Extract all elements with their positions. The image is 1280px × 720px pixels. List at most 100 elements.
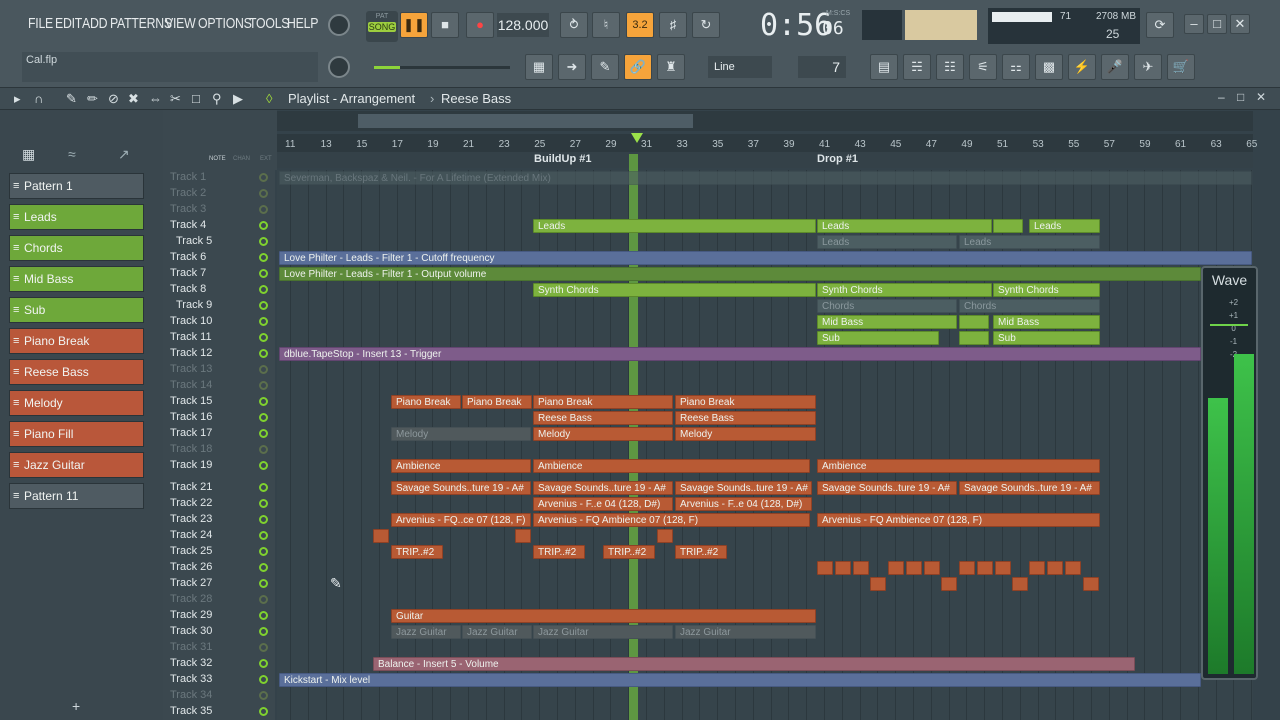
export-icon[interactable]: ✈ bbox=[1134, 54, 1162, 80]
track-mute-led[interactable] bbox=[259, 707, 268, 716]
scroll-thumb[interactable] bbox=[358, 114, 693, 128]
automation-view-icon[interactable]: ↗ bbox=[118, 146, 130, 163]
playlist-close-icon[interactable]: ✕ bbox=[1256, 90, 1266, 104]
clip-trip[interactable]: TRIP..#2 bbox=[675, 545, 727, 559]
clip-leads-short[interactable] bbox=[993, 219, 1023, 233]
plugin-icon[interactable]: ⚡ bbox=[1068, 54, 1096, 80]
track-mute-led[interactable] bbox=[259, 413, 268, 422]
track-label[interactable]: Track 24 bbox=[170, 529, 270, 541]
clip-perc[interactable] bbox=[1029, 561, 1045, 575]
track-label[interactable]: Track 21 bbox=[170, 481, 270, 493]
playlist-maximize-icon[interactable]: □ bbox=[1237, 90, 1244, 104]
pencil-icon[interactable]: ✎ bbox=[591, 54, 619, 80]
clip-piano-break[interactable]: Piano Break bbox=[462, 395, 532, 409]
clip-sub-short[interactable] bbox=[959, 331, 989, 345]
pattern-item[interactable]: ≡ Mid Bass bbox=[9, 266, 144, 292]
clip-ambience[interactable]: Ambience bbox=[817, 459, 1100, 473]
track-mute-led[interactable] bbox=[259, 611, 268, 620]
menu-view[interactable]: VIEW bbox=[165, 15, 196, 32]
track-mute-led[interactable] bbox=[259, 365, 268, 374]
clip-perc[interactable] bbox=[1047, 561, 1063, 575]
track-label[interactable]: Track 12 bbox=[170, 347, 270, 359]
close-icon[interactable]: ✕ bbox=[1230, 14, 1250, 34]
track-label[interactable]: Track 34 bbox=[170, 689, 270, 701]
track-mute-led[interactable] bbox=[259, 445, 268, 454]
track-label[interactable]: Track 14 bbox=[170, 379, 270, 391]
clip-arvenius-fq[interactable]: Arvenius - FQ..ce 07 (128, F) bbox=[391, 513, 531, 527]
track-mute-led[interactable] bbox=[259, 317, 268, 326]
track-mute-led[interactable] bbox=[259, 627, 268, 636]
fader-icon[interactable]: ⚟ bbox=[969, 54, 997, 80]
track-mute-led[interactable] bbox=[259, 595, 268, 604]
clip-tapestop[interactable]: dblue.TapeStop - Insert 13 - Trigger bbox=[279, 347, 1201, 361]
clip-kickstart[interactable]: Kickstart - Mix level bbox=[279, 673, 1201, 687]
pattern-item[interactable]: ≡ Piano Fill bbox=[9, 421, 144, 447]
track-mute-led[interactable] bbox=[259, 349, 268, 358]
clip-synth-chords[interactable]: Synth Chords bbox=[533, 283, 816, 297]
clip-fx[interactable] bbox=[515, 529, 531, 543]
clip-piano-break[interactable]: Piano Break bbox=[533, 395, 673, 409]
snap-select[interactable]: Line bbox=[708, 56, 772, 78]
track-label[interactable]: Track 2 bbox=[170, 187, 270, 199]
countdown-icon[interactable]: 3.2 bbox=[626, 12, 654, 38]
track-mute-led[interactable] bbox=[259, 173, 268, 182]
track-label[interactable]: Track 29 bbox=[170, 609, 270, 621]
magnet-icon[interactable]: ∩ bbox=[34, 91, 43, 106]
clip-trip[interactable]: TRIP..#2 bbox=[533, 545, 585, 559]
clip-automation-cutoff[interactable]: Love Philter - Leads - Filter 1 - Cutoff… bbox=[279, 251, 1252, 265]
clip-melody-muted[interactable]: Melody bbox=[391, 427, 531, 441]
track-mute-led[interactable] bbox=[259, 429, 268, 438]
playlist-icon[interactable]: ▦ bbox=[525, 54, 553, 80]
menu-options[interactable]: OPTIONS bbox=[198, 15, 252, 32]
clip-synth-chords[interactable]: Synth Chords bbox=[817, 283, 992, 297]
clip-leads[interactable]: Leads bbox=[817, 219, 992, 233]
track-mute-led[interactable] bbox=[259, 301, 268, 310]
clip-perc[interactable] bbox=[924, 561, 940, 575]
track-mute-led[interactable] bbox=[259, 659, 268, 668]
menu-tools[interactable]: TOOLS bbox=[249, 15, 289, 32]
clip-perc[interactable] bbox=[906, 561, 922, 575]
clip-perc[interactable] bbox=[835, 561, 851, 575]
track-label[interactable]: Track 4 bbox=[170, 219, 270, 231]
clip-perc[interactable] bbox=[870, 577, 886, 591]
clip-jazz-muted[interactable]: Jazz Guitar bbox=[675, 625, 816, 639]
track-mute-led[interactable] bbox=[259, 461, 268, 470]
clip-arvenius-e04[interactable]: Arvenius - F..e 04 (128, D#) bbox=[533, 497, 673, 511]
track-label[interactable]: Track 22 bbox=[170, 497, 270, 509]
clip-reese-bass[interactable]: Reese Bass bbox=[533, 411, 673, 425]
track-label[interactable]: Track 7 bbox=[170, 267, 270, 279]
clip-perc[interactable] bbox=[977, 561, 993, 575]
clip-leads[interactable]: Leads bbox=[1029, 219, 1100, 233]
marker-lane[interactable] bbox=[277, 152, 1253, 168]
track-mute-led[interactable] bbox=[259, 579, 268, 588]
clip-piano-break[interactable]: Piano Break bbox=[391, 395, 461, 409]
clip-arvenius-fq[interactable]: Arvenius - FQ Ambience 07 (128, F) bbox=[533, 513, 810, 527]
mixer-icon[interactable]: ▤ bbox=[870, 54, 898, 80]
track-label[interactable]: Track 18 bbox=[170, 443, 270, 455]
clip-guitar[interactable]: Guitar bbox=[391, 609, 816, 623]
track-label[interactable]: Track 8 bbox=[170, 283, 270, 295]
clip-synth-chords[interactable]: Synth Chords bbox=[993, 283, 1100, 297]
playlist-minimize-icon[interactable]: – bbox=[1218, 90, 1225, 104]
pattern-item[interactable]: ≡ Leads bbox=[9, 204, 144, 230]
marker-buildup[interactable]: BuildUp #1 bbox=[534, 153, 591, 165]
clip-savage[interactable]: Savage Sounds..ture 19 - A# bbox=[533, 481, 673, 495]
pattern-item[interactable]: ≡ Pattern 11 bbox=[9, 483, 144, 509]
pat-song-toggle[interactable]: PAT SONG bbox=[366, 11, 398, 42]
track-mute-led[interactable] bbox=[259, 547, 268, 556]
track-mute-led[interactable] bbox=[259, 515, 268, 524]
track-mute-led[interactable] bbox=[259, 269, 268, 278]
track-label[interactable]: Track 28 bbox=[170, 593, 270, 605]
track-mute-led[interactable] bbox=[259, 285, 268, 294]
clip-jazz-muted[interactable]: Jazz Guitar bbox=[533, 625, 673, 639]
master-pitch-knob[interactable] bbox=[328, 56, 350, 78]
track-mute-led[interactable] bbox=[259, 333, 268, 342]
clip-jazz-muted[interactable]: Jazz Guitar bbox=[462, 625, 532, 639]
mute-tool-icon[interactable]: ✖ bbox=[128, 91, 139, 107]
clip-fx[interactable] bbox=[657, 529, 673, 543]
clip-mid-bass-short[interactable] bbox=[959, 315, 989, 329]
track-label[interactable]: Track 23 bbox=[170, 513, 270, 525]
track-mute-led[interactable] bbox=[259, 253, 268, 262]
playback-tool-icon[interactable]: ▶ bbox=[233, 91, 243, 107]
arrangement-icon[interactable]: ◊ bbox=[266, 91, 272, 106]
